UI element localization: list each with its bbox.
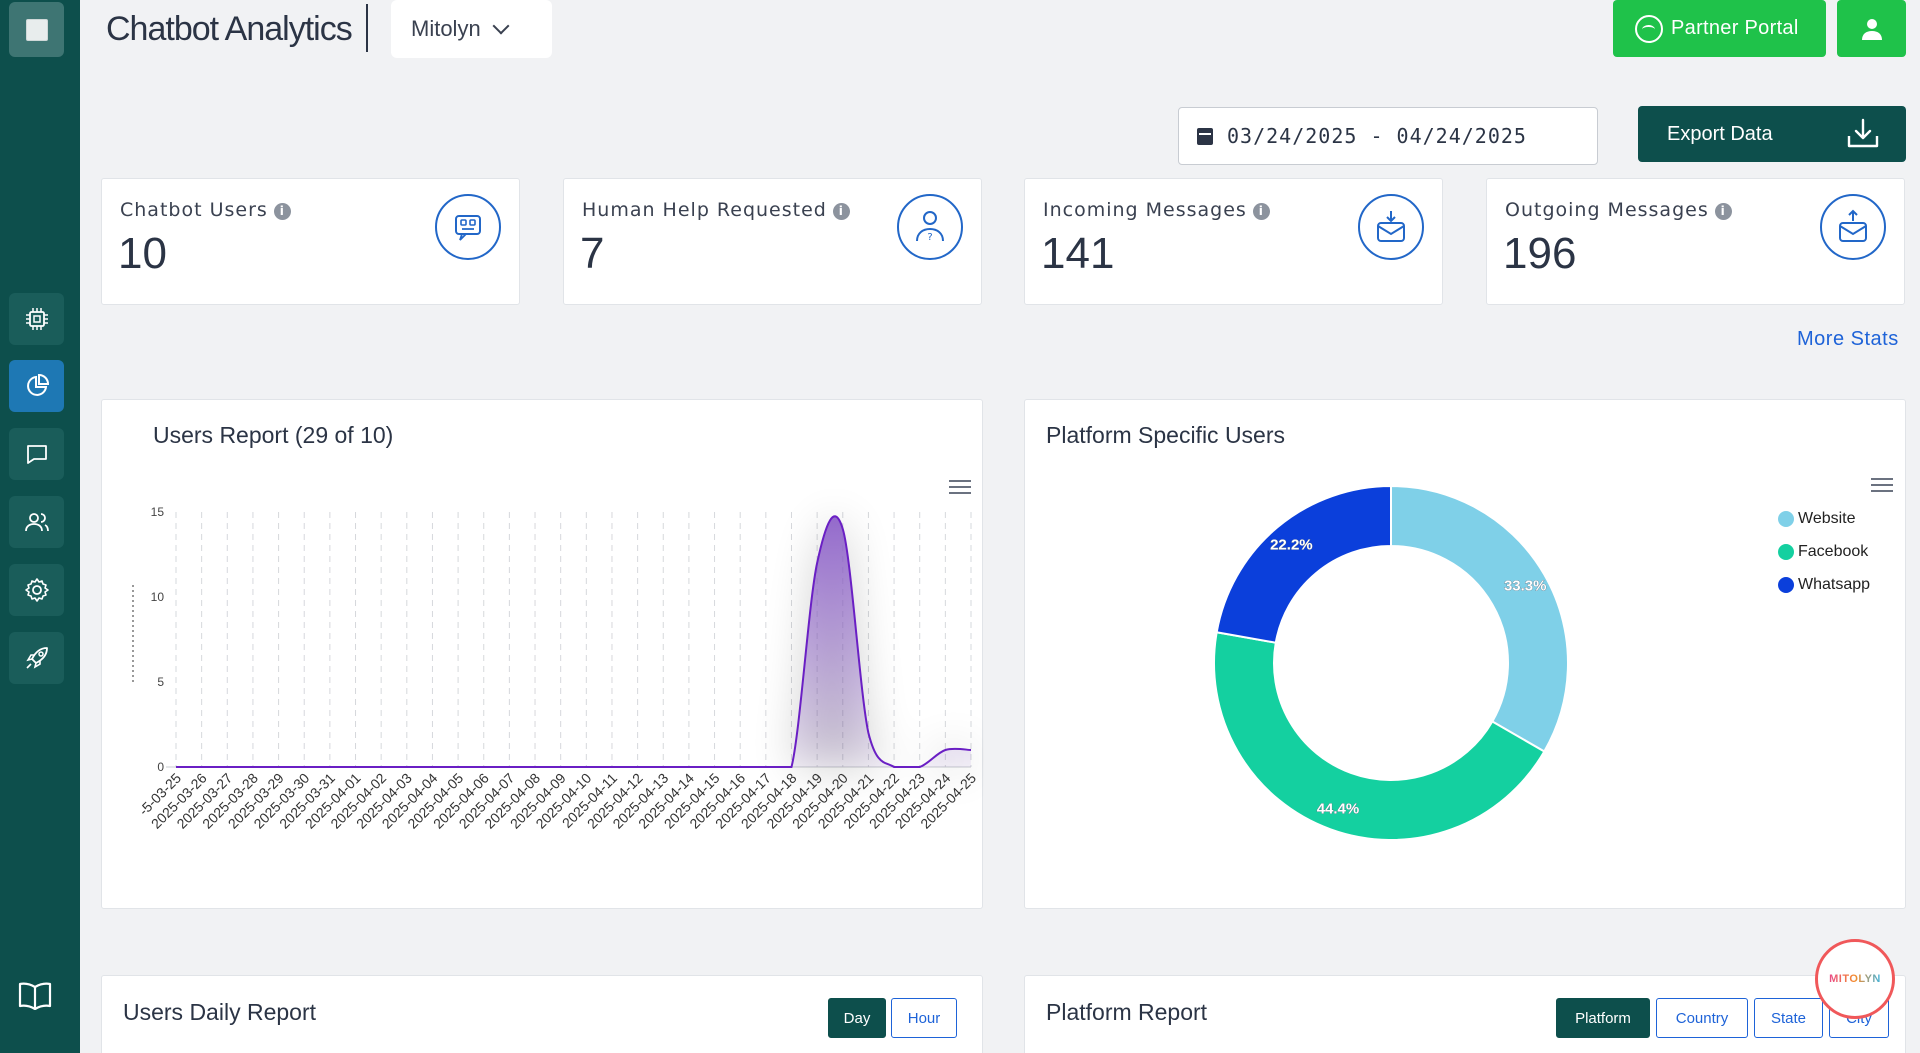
more-stats-link[interactable]: More Stats [1797, 328, 1899, 351]
info-icon[interactable]: i [273, 203, 291, 220]
sidebar-item-launch[interactable] [9, 632, 64, 684]
platform-users-panel: Platform Specific Users 33.3% 44.4% 22.2% … [1024, 399, 1906, 909]
user-account-button[interactable] [1837, 0, 1906, 57]
legend-item-facebook[interactable]: Facebook [1778, 543, 1868, 561]
export-data-button[interactable]: Export Data [1638, 106, 1906, 162]
slice-label: 33.3% [1504, 578, 1547, 595]
legend-item-website[interactable]: Website [1778, 510, 1856, 528]
y-tick-label: 10 [151, 590, 165, 604]
brand-select[interactable]: Mitolyn [391, 0, 552, 58]
pie-slice-facebook [1213, 631, 1546, 841]
pie-chart-icon [26, 373, 49, 396]
legend-dot [1778, 511, 1794, 527]
platform-button[interactable]: Platform [1556, 998, 1650, 1038]
slice-label: 44.4% [1317, 801, 1360, 818]
country-button[interactable]: Country [1656, 998, 1748, 1038]
date-range-value: 03/24/2025 - 04/24/2025 [1227, 124, 1527, 148]
legend-dot [1778, 544, 1794, 560]
info-icon[interactable]: i [1714, 203, 1732, 220]
rocket-icon [25, 647, 48, 669]
legend-label: Facebook [1798, 543, 1869, 560]
stat-label: Human Help Requested [582, 199, 827, 221]
calendar-icon [1197, 127, 1213, 145]
users-daily-panel: Users Daily Report Day Hour [101, 975, 983, 1053]
stat-card-incoming-messages: Incoming Messages i 141 [1024, 178, 1443, 305]
partner-portal-label: Partner Portal [1671, 17, 1799, 39]
stat-label: Outgoing Messages [1505, 199, 1709, 221]
sidebar-item-settings[interactable] [9, 564, 64, 616]
info-icon[interactable]: i [832, 203, 850, 220]
gear-icon [24, 578, 49, 602]
y-tick-label: 5 [157, 675, 164, 689]
platform-users-chart: 33.3% 44.4% 22.2% [1213, 484, 1569, 841]
users-report-panel: Users Report (29 of 10) 0 5 10 15 -5-03-25 20… [101, 399, 983, 909]
day-button[interactable]: Day [828, 998, 886, 1038]
user-icon [1861, 18, 1882, 40]
stat-label: Chatbot Users [120, 199, 268, 221]
sidebar-item-conversations[interactable] [9, 428, 64, 480]
legend-item-whatsapp[interactable]: Whatsapp [1778, 576, 1870, 594]
stat-value: 141 [1041, 229, 1115, 278]
chip-icon [25, 308, 48, 330]
hour-button[interactable]: Hour [891, 998, 957, 1038]
area-fill [176, 516, 971, 767]
app-logo[interactable] [9, 2, 64, 57]
stat-value: 7 [580, 229, 605, 278]
sidebar-item-users[interactable] [9, 496, 64, 548]
page-title: Chatbot Analytics [106, 10, 353, 48]
users-daily-title: Users Daily Report [123, 999, 316, 1025]
date-range-picker[interactable]: 03/24/2025 - 04/24/2025 [1178, 107, 1598, 165]
state-button[interactable]: State [1754, 998, 1823, 1038]
platform-report-panel: Platform Report Platform Country State C… [1024, 975, 1906, 1053]
legend-dot [1778, 577, 1794, 593]
person-question-icon: ? [897, 194, 963, 260]
brand-badge[interactable]: MITOLYN [1815, 939, 1895, 1019]
stat-card-chatbot-users: Chatbot Users i 10 [101, 178, 520, 305]
y-tick-label: 0 [157, 760, 164, 774]
chat-icon [26, 445, 47, 464]
handshake-icon [1635, 14, 1663, 43]
svg-text:?: ? [927, 232, 932, 243]
download-icon [1847, 118, 1879, 148]
users-report-chart: 051015-5-03-252025-03-262025-03-272025-0… [132, 505, 979, 832]
broken-image-icon [25, 18, 48, 41]
brand-badge-label: MITOLYN [1829, 973, 1881, 985]
book-icon[interactable] [18, 980, 52, 1010]
sidebar-item-analytics[interactable] [9, 360, 64, 412]
info-icon[interactable]: i [1252, 203, 1270, 220]
legend-label: Website [1798, 510, 1856, 527]
brand-select-value: Mitolyn [411, 16, 481, 41]
platform-report-title: Platform Report [1046, 999, 1208, 1025]
chevron-down-icon [492, 17, 510, 35]
stat-card-human-help: Human Help Requested i 7 ? [563, 178, 982, 305]
pie-slice-website [1390, 484, 1569, 753]
export-data-label: Export Data [1667, 122, 1773, 145]
pie-slice-whatsapp [1215, 484, 1392, 644]
chatbot-icon [435, 194, 501, 260]
inbox-icon [1358, 194, 1424, 260]
stat-card-outgoing-messages: Outgoing Messages i 196 [1486, 178, 1905, 305]
stat-value: 10 [118, 229, 167, 278]
users-icon [24, 513, 49, 532]
outbox-icon [1820, 194, 1886, 260]
slice-label: 22.2% [1270, 536, 1313, 553]
stat-value: 196 [1503, 229, 1577, 278]
sidebar [0, 0, 80, 1053]
y-tick-label: 15 [151, 505, 165, 519]
partner-portal-button[interactable]: Partner Portal [1613, 0, 1826, 57]
legend-label: Whatsapp [1798, 576, 1871, 593]
title-divider [366, 4, 368, 52]
sidebar-item-bots[interactable] [9, 293, 64, 345]
stat-label: Incoming Messages [1043, 199, 1247, 221]
